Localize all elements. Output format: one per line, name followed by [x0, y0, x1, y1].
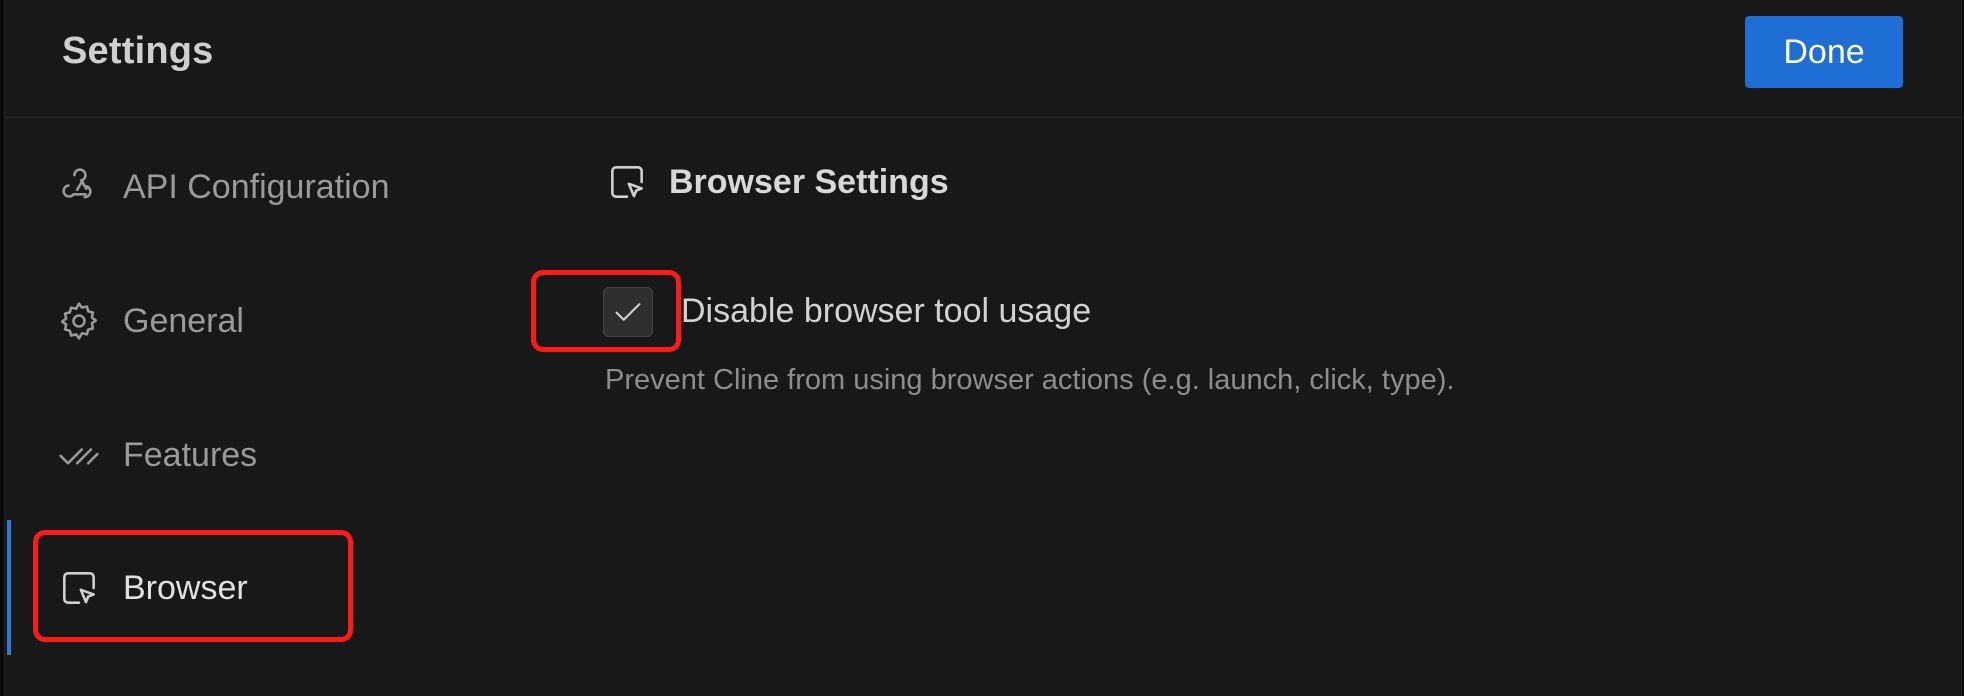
webhook-icon [57, 165, 101, 209]
sidebar-item-label: Features [123, 435, 258, 474]
settings-window: Settings Done API Configuration General [4, 0, 1962, 696]
section-header: Browser Settings [605, 160, 949, 204]
settings-header: Settings Done [5, 0, 1961, 118]
page-title: Settings [62, 30, 214, 72]
sidebar-item-label: General [123, 301, 244, 340]
sidebar-item-api-configuration[interactable]: API Configuration [5, 132, 525, 242]
sidebar-item-label: API Configuration [123, 167, 390, 206]
sidebar-item-features[interactable]: Features [5, 400, 525, 510]
done-button[interactable]: Done [1745, 16, 1903, 88]
highlight-box-browser-nav [33, 530, 353, 642]
section-title: Browser Settings [669, 162, 949, 201]
option-description: Prevent Cline from using browser actions… [605, 364, 1455, 396]
sidebar-item-general[interactable]: General [5, 266, 525, 376]
check-check-icon [57, 433, 101, 477]
highlight-box-checkbox [531, 270, 681, 352]
checkbox-label[interactable]: Disable browser tool usage [681, 292, 1091, 331]
cursor-square-icon [605, 160, 649, 204]
gear-icon [57, 299, 101, 343]
